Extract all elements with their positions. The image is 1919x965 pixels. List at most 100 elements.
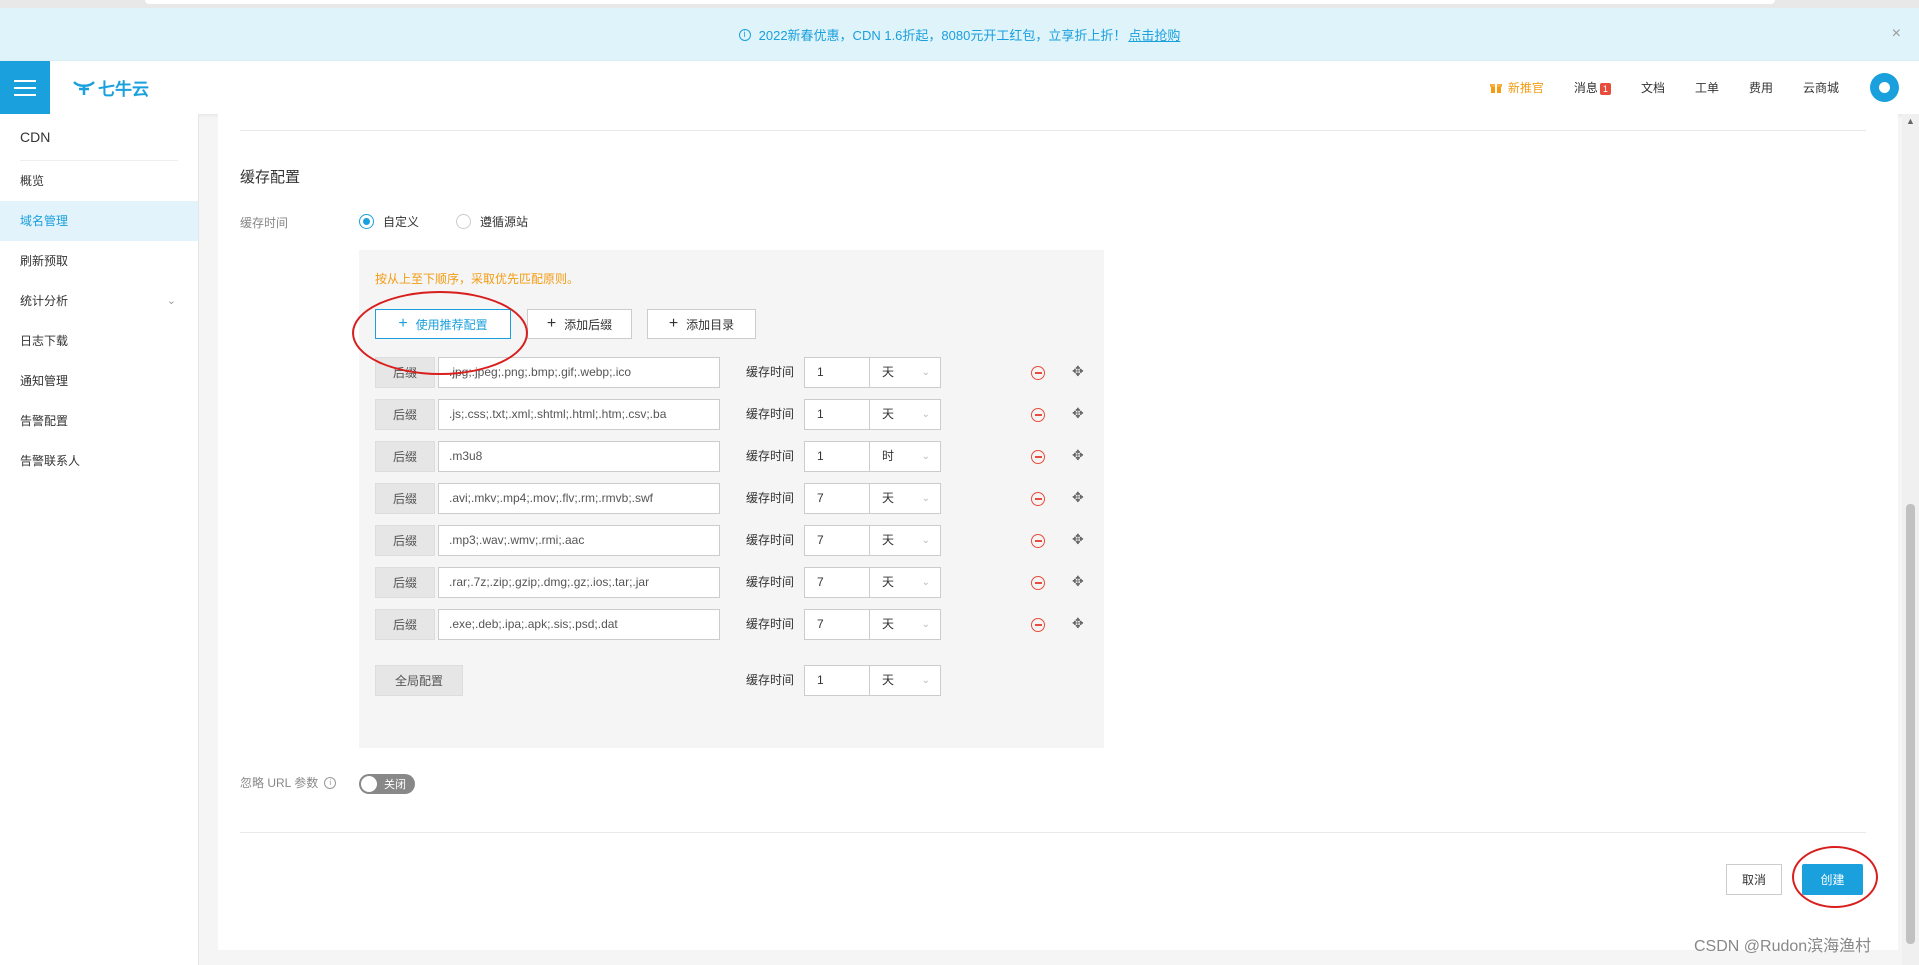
promo-text: 2022新春优惠，CDN 1.6折起，8080元开工红包，立享折上折！ — [758, 28, 1127, 43]
time-unit-value: 天 — [882, 365, 895, 379]
sidebar-item-alert-config[interactable]: 告警配置 — [0, 401, 198, 441]
cache-rule-row: 后缀 .jpg;.jpeg;.png;.bmp;.gif;.webp;.ico … — [375, 357, 1084, 388]
nav-docs[interactable]: 文档 — [1641, 79, 1665, 96]
nav-mall[interactable]: 云商城 — [1803, 79, 1839, 96]
cache-time-input[interactable]: 7 — [804, 609, 870, 640]
scrollbar-thumb[interactable] — [1906, 504, 1915, 944]
priority-hint: 按从上至下顺序，采取优先匹配原则。 — [375, 272, 580, 286]
chevron-down-icon: ⌄ — [921, 451, 930, 462]
time-unit-select[interactable]: 天 ⌄ — [869, 399, 941, 430]
radio-follow-origin[interactable]: 遵循源站 — [456, 213, 528, 230]
sidebar: CDN 概览 域名管理 刷新预取 统计分析 ⌄ 日志下载 通知管理 告警配置 告警… — [0, 114, 199, 965]
remove-circle-icon[interactable] — [1031, 576, 1045, 590]
remove-circle-icon[interactable] — [1031, 408, 1045, 422]
sidebar-item-alert-contacts[interactable]: 告警联系人 — [0, 441, 198, 481]
info-icon[interactable]: i — [324, 776, 337, 789]
vertical-scrollbar[interactable]: ▲ — [1902, 114, 1919, 965]
chevron-down-icon: ⌄ — [921, 675, 930, 686]
radio-custom[interactable]: 自定义 — [359, 213, 419, 230]
drag-move-icon[interactable]: ✥ — [1072, 531, 1084, 548]
suffix-input[interactable]: .rar;.7z;.zip;.gzip;.dmg;.gz;.ios;.tar;.… — [438, 567, 720, 598]
radio-checked-icon — [359, 214, 374, 229]
suffix-input[interactable]: .js;.css;.txt;.xml;.shtml;.html;.htm;.cs… — [438, 399, 720, 430]
time-unit-select[interactable]: 天 ⌄ — [869, 525, 941, 556]
cache-time-input[interactable]: 7 — [804, 567, 870, 598]
time-unit-select[interactable]: 天 ⌄ — [869, 483, 941, 514]
rule-cache-time-label: 缓存时间 — [746, 575, 795, 589]
radio-follow-label: 遵循源站 — [480, 215, 529, 229]
promo-link[interactable]: 点击抢购 — [1128, 25, 1180, 44]
drag-move-icon[interactable]: ✥ — [1072, 573, 1084, 590]
drag-move-icon[interactable]: ✥ — [1072, 615, 1084, 632]
global-cache-time-input[interactable]: 1 — [804, 665, 870, 696]
suffix-input[interactable]: .jpg;.jpeg;.png;.bmp;.gif;.webp;.ico — [438, 357, 720, 388]
time-unit-select[interactable]: 时 ⌄ — [869, 441, 941, 472]
hamburger-menu-icon[interactable] — [0, 61, 50, 114]
cancel-button[interactable]: 取消 — [1726, 864, 1782, 895]
cache-time-input[interactable]: 7 — [804, 525, 870, 556]
button-label: 使用推荐配置 — [415, 317, 488, 332]
remove-circle-icon[interactable] — [1031, 492, 1045, 506]
time-unit-value: 天 — [882, 533, 895, 547]
drag-move-icon[interactable]: ✥ — [1072, 405, 1084, 422]
avatar[interactable] — [1870, 73, 1899, 102]
rule-cache-time-label: 缓存时间 — [746, 617, 795, 631]
time-unit-select[interactable]: 天 ⌄ — [869, 609, 941, 640]
remove-circle-icon[interactable] — [1031, 366, 1045, 380]
logo-text: 七牛云 — [98, 80, 149, 99]
time-unit-select[interactable]: 天 ⌄ — [869, 567, 941, 598]
drag-move-icon[interactable]: ✥ — [1072, 363, 1084, 380]
sidebar-item-refresh-prefetch[interactable]: 刷新预取 — [0, 241, 198, 281]
sidebar-item-notifications[interactable]: 通知管理 — [0, 361, 198, 401]
global-time-unit-select[interactable]: 天 ⌄ — [869, 665, 941, 696]
drag-move-icon[interactable]: ✥ — [1072, 447, 1084, 464]
time-unit-value: 时 — [882, 449, 895, 463]
qiniu-logo-icon — [73, 80, 95, 95]
chevron-down-icon: ⌄ — [921, 367, 930, 378]
radio-custom-label: 自定义 — [383, 215, 420, 229]
scroll-up-arrow-icon[interactable]: ▲ — [1906, 116, 1915, 126]
create-button[interactable]: 创建 — [1802, 864, 1863, 895]
nav-billing[interactable]: 费用 — [1749, 79, 1773, 96]
cache-time-input[interactable]: 1 — [804, 441, 870, 472]
suffix-input[interactable]: .m3u8 — [438, 441, 720, 472]
remove-circle-icon[interactable] — [1031, 534, 1045, 548]
global-config-tag: 全局配置 — [375, 665, 463, 696]
cache-time-input[interactable]: 1 — [804, 357, 870, 388]
drag-move-icon[interactable]: ✥ — [1072, 489, 1084, 506]
logo[interactable]: 七牛云 — [72, 75, 149, 100]
suffix-input[interactable]: .avi;.mkv;.mp4;.mov;.flv;.rm;.rmvb;.swf — [438, 483, 720, 514]
suffix-input[interactable]: .exe;.deb;.ipa;.apk;.sis;.psd;.dat — [438, 609, 720, 640]
suffix-input[interactable]: .mp3;.wav;.wmv;.rmi;.aac — [438, 525, 720, 556]
sidebar-item-overview[interactable]: 概览 — [0, 161, 198, 201]
ignore-url-params-toggle[interactable]: 关闭 — [359, 774, 415, 794]
close-icon[interactable]: × — [1892, 25, 1901, 43]
add-directory-button[interactable]: + 添加目录 — [647, 309, 756, 339]
cache-time-input[interactable]: 1 — [804, 399, 870, 430]
suffix-tag: 后缀 — [375, 357, 435, 388]
rule-cache-time-label: 缓存时间 — [746, 491, 795, 505]
use-recommended-config-button[interactable]: + 使用推荐配置 — [375, 309, 511, 339]
time-unit-select[interactable]: 天 ⌄ — [869, 357, 941, 388]
top-nav: 新推官 消息 1 文档 工单 费用 云商城 — [1489, 61, 1839, 114]
sidebar-item-domain-management[interactable]: 域名管理 — [0, 201, 198, 241]
rule-cache-time-label: 缓存时间 — [746, 449, 795, 463]
suffix-tag: 后缀 — [375, 609, 435, 640]
chevron-down-icon: ⌄ — [921, 493, 930, 504]
remove-circle-icon[interactable] — [1031, 450, 1045, 464]
time-unit-value: 天 — [882, 617, 895, 631]
nav-tickets[interactable]: 工单 — [1695, 79, 1719, 96]
suffix-tag: 后缀 — [375, 441, 435, 472]
remove-circle-icon[interactable] — [1031, 618, 1045, 632]
sidebar-item-statistics[interactable]: 统计分析 ⌄ — [0, 281, 198, 321]
sidebar-item-log-download[interactable]: 日志下载 — [0, 321, 198, 361]
cache-time-input[interactable]: 7 — [804, 483, 870, 514]
plus-icon: + — [668, 315, 679, 332]
top-header: 七牛云 新推官 消息 1 文档 工单 费用 云商城 — [0, 61, 1919, 114]
suffix-tag: 后缀 — [375, 483, 435, 514]
nav-messages[interactable]: 消息 1 — [1574, 79, 1611, 96]
time-unit-value: 天 — [882, 407, 895, 421]
add-suffix-button[interactable]: + 添加后缀 — [527, 309, 632, 339]
nav-new[interactable]: 新推官 — [1489, 79, 1544, 96]
chevron-down-icon: ⌄ — [921, 577, 930, 588]
